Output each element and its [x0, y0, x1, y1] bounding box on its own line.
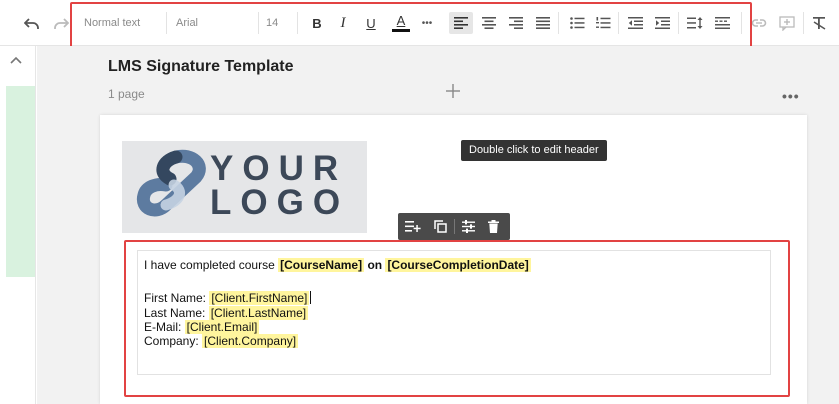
- email-placeholder[interactable]: [Client.Email]: [184, 320, 260, 334]
- course-name-placeholder[interactable]: [CourseName]: [278, 258, 365, 272]
- align-center-button[interactable]: [478, 12, 500, 34]
- duplicate-block-button[interactable]: [429, 217, 451, 236]
- line-spacing-button[interactable]: [684, 12, 706, 34]
- logo-line-2: LOGO: [210, 183, 350, 222]
- bulleted-list-button[interactable]: [566, 12, 588, 34]
- align-center-icon: [482, 17, 496, 29]
- logo-mark-icon: [136, 149, 206, 217]
- underline-icon: U: [366, 15, 376, 31]
- add-comment-icon: [779, 15, 795, 31]
- numbered-list-button[interactable]: [592, 12, 614, 34]
- editor-toolbar: Normal text Arial 14 B I U A •••: [0, 0, 839, 46]
- outdent-icon: [627, 17, 643, 29]
- first-name-label: First Name:: [144, 291, 210, 305]
- bold-button[interactable]: B: [308, 13, 326, 33]
- text-color-swatch: [392, 29, 410, 32]
- add-block-button[interactable]: [402, 217, 424, 236]
- clear-format-icon: [812, 17, 825, 30]
- add-comment-button[interactable]: [777, 12, 797, 34]
- more-icon: •••: [421, 17, 433, 29]
- email-line[interactable]: E-Mail: [Client.Email]: [144, 320, 260, 334]
- outline-highlight-bar: [6, 86, 35, 277]
- toolbar-divider: [678, 12, 679, 34]
- paragraph-style-select[interactable]: Normal text: [84, 0, 140, 46]
- more-icon: •••: [782, 88, 800, 104]
- font-size-select[interactable]: 14: [266, 0, 278, 46]
- block-toolbar-divider: [454, 219, 455, 234]
- plus-icon: [446, 84, 460, 98]
- bulleted-list-icon: [569, 17, 584, 29]
- toolbar-divider: [558, 12, 559, 34]
- toolbar-divider: [258, 12, 259, 34]
- first-name-placeholder[interactable]: [Client.FirstName]: [209, 291, 310, 305]
- text-color-icon: A: [396, 13, 406, 28]
- insert-after-icon: [405, 221, 421, 232]
- align-justify-icon: [536, 17, 550, 29]
- block-toolbar: [398, 213, 510, 240]
- outdent-button[interactable]: [624, 12, 646, 34]
- company-label: Company:: [144, 334, 203, 348]
- numbered-list-icon: [595, 17, 610, 29]
- company-placeholder[interactable]: [Client.Company]: [202, 334, 299, 348]
- indent-button[interactable]: [651, 12, 673, 34]
- indent-icon: [654, 17, 670, 29]
- bold-icon: B: [312, 15, 322, 31]
- align-right-button[interactable]: [505, 12, 527, 34]
- redo-button[interactable]: [51, 15, 71, 33]
- page-count: 1 page: [108, 87, 145, 101]
- last-name-label: Last Name:: [144, 306, 209, 320]
- italic-icon: I: [340, 14, 346, 31]
- add-page-button[interactable]: [444, 82, 462, 100]
- course-completion-line[interactable]: I have completed course [CourseName] on …: [144, 258, 531, 272]
- redo-icon: [54, 18, 69, 29]
- toolbar-divider: [803, 12, 804, 34]
- completion-prefix-text: I have completed course: [144, 258, 279, 272]
- toolbar-divider: [297, 12, 298, 34]
- align-right-icon: [509, 17, 523, 29]
- text-cursor: [310, 291, 312, 304]
- align-left-button[interactable]: [449, 12, 473, 34]
- toolbar-divider: [618, 12, 619, 34]
- collapse-panel-button[interactable]: [9, 55, 23, 65]
- more-formatting-button[interactable]: •••: [416, 13, 438, 33]
- completion-mid-text: on: [364, 258, 386, 272]
- link-icon: [751, 19, 767, 27]
- edit-header-tooltip: Double click to edit header: [461, 140, 607, 161]
- toolbar-divider: [741, 12, 742, 34]
- company-line[interactable]: Company: [Client.Company]: [144, 334, 299, 348]
- clear-format-button[interactable]: [808, 12, 830, 34]
- undo-button[interactable]: [22, 15, 42, 33]
- document-title: LMS Signature Template: [108, 58, 294, 75]
- block-settings-button[interactable]: [457, 217, 479, 236]
- align-justify-button[interactable]: [532, 12, 554, 34]
- paragraph-spacing-icon: [714, 17, 730, 29]
- link-button[interactable]: [749, 12, 769, 34]
- line-spacing-icon: [687, 17, 703, 29]
- toolbar-divider: [166, 12, 167, 34]
- last-name-placeholder[interactable]: [Client.LastName]: [208, 306, 309, 320]
- last-name-line[interactable]: Last Name: [Client.LastName]: [144, 306, 309, 320]
- paragraph-spacing-button[interactable]: [711, 12, 733, 34]
- underline-button[interactable]: U: [362, 13, 380, 33]
- completion-date-placeholder[interactable]: [CourseCompletionDate]: [385, 258, 531, 272]
- first-name-line[interactable]: First Name: [Client.FirstName]: [144, 291, 312, 305]
- document-more-button[interactable]: •••: [782, 88, 800, 104]
- text-color-button[interactable]: A: [391, 12, 411, 34]
- italic-button[interactable]: I: [334, 13, 352, 33]
- trash-icon: [487, 220, 499, 233]
- email-label: E-Mail:: [144, 320, 185, 334]
- logo-line-1: YOUR: [210, 149, 348, 188]
- sliders-icon: [461, 220, 475, 233]
- delete-block-button[interactable]: [482, 217, 504, 236]
- chevron-up-icon: [10, 56, 22, 64]
- undo-icon: [24, 18, 39, 29]
- logo-text: YOUR LOGO: [210, 149, 350, 222]
- align-left-icon: [454, 17, 468, 29]
- font-family-select[interactable]: Arial: [176, 0, 198, 46]
- copy-icon: [433, 220, 447, 233]
